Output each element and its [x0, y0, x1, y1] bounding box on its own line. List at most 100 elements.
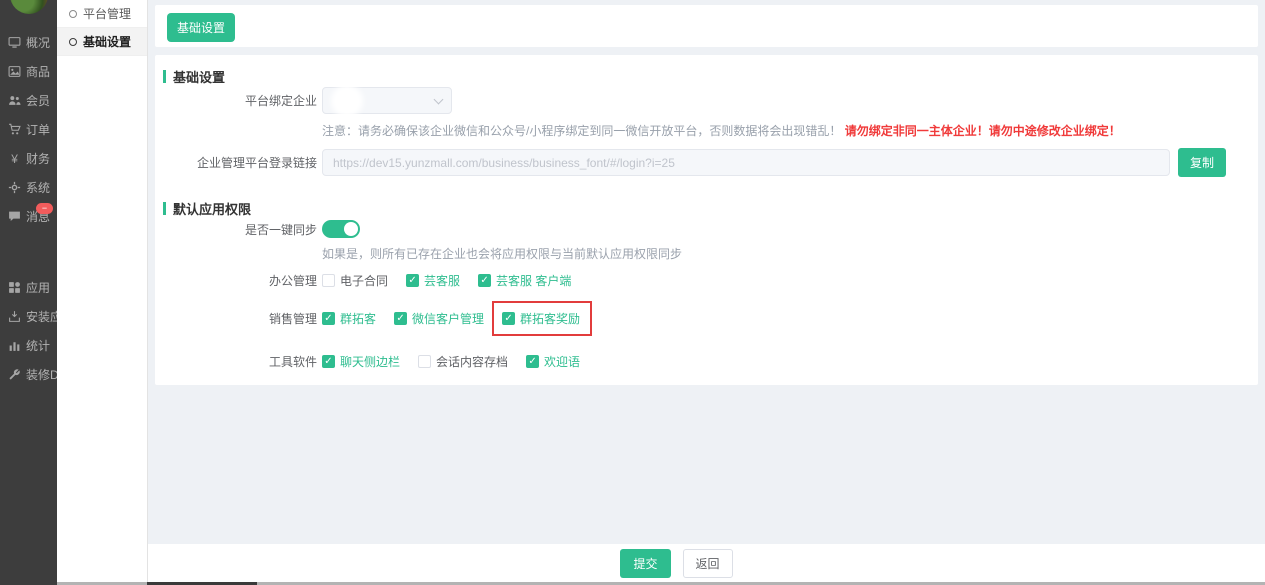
checkbox-option[interactable]: ✓ 微信客户管理 [394, 310, 484, 327]
check-icon: ✓ [324, 355, 333, 367]
sidebar-item-label: 系统 [26, 181, 51, 195]
back-button[interactable]: 返回 [682, 548, 733, 578]
diy-icon [8, 368, 21, 381]
checkbox-checked-icon: ✓ [322, 355, 335, 368]
sidebar-item-install-app[interactable]: 安装应用 [0, 302, 57, 331]
checkbox-option[interactable]: ✓ 群拓客奖励 [492, 301, 593, 336]
checkbox-option[interactable]: 会话内容存档 [418, 353, 508, 370]
checkbox-checked-icon: ✓ [406, 274, 420, 287]
section-title: 基础设置 [173, 69, 226, 85]
checkbox-label: 聊天侧边栏 [340, 355, 401, 369]
sync-help-text: 如果是，则所有已存在企业也会将应用权限与当前默认应用权限同步 [322, 247, 683, 261]
checkbox-option[interactable]: ✓ 芸客服 [406, 272, 460, 289]
finance-icon: ¥ [8, 152, 21, 165]
sidebar-item-label: 统计 [26, 339, 51, 353]
check-icon: ✓ [324, 312, 333, 324]
checkbox-label: 欢迎语 [544, 355, 581, 369]
checkbox-label: 电子合同 [340, 274, 389, 288]
submenu-item-1[interactable]: 基础设置 [57, 28, 147, 56]
section-bar-icon [163, 201, 166, 215]
sidebar-item-system[interactable]: 系统 [0, 173, 57, 202]
permission-groups: 办公管理 电子合同 ✓ 芸客服 ✓ 芸客服 客户端销售管理 ✓ 群拓客 ✓ 微信客户管理 ✓ 群拓客奖… [155, 272, 1258, 370]
section-title: 默认应用权限 [173, 201, 252, 217]
sidebar-item-label: 财务 [26, 152, 51, 166]
sidebar-item-apps[interactable]: 应用 [0, 273, 57, 302]
goods-icon [8, 65, 21, 78]
sidebar-item-label: 商品 [26, 65, 51, 79]
submenu-item-label: 基础设置 [83, 35, 132, 49]
checkbox-checked-icon: ✓ [478, 274, 492, 287]
apps-icon [8, 281, 21, 294]
avatar[interactable] [9, 0, 48, 14]
permission-group-row: 工具软件 ✓ 聊天侧边栏 会话内容存档 ✓ 欢迎语 [155, 353, 1258, 370]
checkbox-checked-icon: ✓ [394, 312, 408, 325]
tab-basic-settings[interactable]: 基础设置 [167, 13, 236, 42]
checkbox-unchecked-icon [322, 274, 335, 287]
sidebar-item-members[interactable]: 会员 [0, 86, 57, 115]
sidebar-item-message[interactable]: 消息 − [0, 202, 57, 231]
checkbox-option[interactable]: ✓ 聊天侧边栏 [322, 353, 400, 370]
stats-icon [8, 339, 21, 352]
check-icon: ✓ [528, 355, 537, 367]
members-icon [8, 94, 21, 107]
sync-row: 是否一键同步 [155, 220, 1258, 238]
sidebar-item-stats[interactable]: 统计 [0, 331, 57, 360]
sidebar-item-label: 装修DIY [26, 368, 57, 382]
login-link-input[interactable] [322, 149, 1170, 176]
permission-options: ✓ 聊天侧边栏 会话内容存档 ✓ 欢迎语 [322, 353, 580, 370]
checkbox-checked-icon: ✓ [502, 312, 516, 325]
toolbar: 基础设置 [155, 5, 1258, 47]
bind-enterprise-label: 平台绑定企业 [244, 94, 317, 108]
note-text: 注意：请务必确保该企业微信和公众号/小程序绑定到同一微信开放平台，否则数据将会出… [322, 124, 842, 138]
permission-group-label: 工具软件 [268, 355, 317, 369]
copy-button[interactable]: 复制 [1178, 148, 1227, 177]
sync-toggle[interactable] [322, 220, 360, 238]
section-basic-settings: 基础设置 [163, 67, 1258, 85]
radio-circle-icon [69, 37, 77, 46]
toggle-knob-icon [344, 222, 358, 236]
permission-group-label: 销售管理 [268, 312, 317, 326]
sidebar-item-label: 订单 [26, 123, 51, 137]
checkbox-label: 微信客户管理 [412, 312, 485, 326]
overview-icon [8, 36, 21, 49]
sidebar-item-label: 安装应用 [26, 310, 57, 324]
checkbox-unchecked-icon [418, 355, 432, 368]
checkbox-option[interactable]: ✓ 欢迎语 [526, 353, 580, 370]
svg-text:¥: ¥ [10, 152, 18, 165]
sidebar-item-diy[interactable]: 装修DIY [0, 360, 57, 389]
footer-bar: 提交 返回 [148, 544, 1265, 582]
sidebar-item-goods[interactable]: 商品 [0, 57, 57, 86]
section-default-permissions: 默认应用权限 [163, 199, 1258, 217]
submenu-item-0[interactable]: 平台管理 [57, 0, 147, 28]
permission-group-label: 办公管理 [268, 274, 317, 288]
checkbox-checked-icon: ✓ [526, 355, 540, 368]
bind-note: 注意：请务必确保该企业微信和公众号/小程序绑定到同一微信开放平台，否则数据将会出… [322, 122, 1258, 139]
orders-icon [8, 123, 21, 136]
bind-enterprise-row: 平台绑定企业 [155, 85, 1258, 117]
checkbox-option[interactable]: 电子合同 [322, 272, 388, 289]
sidebar-item-label: 概况 [26, 36, 51, 50]
enterprise-select[interactable] [322, 85, 452, 117]
submit-button[interactable]: 提交 [620, 548, 671, 578]
install-app-icon [8, 310, 21, 323]
main-content: 基础设置 基础设置 平台绑定企业 注意：请务必确保该企业微信和公众号/小程序绑定… [148, 0, 1265, 585]
check-icon: ✓ [396, 312, 405, 324]
checkbox-option[interactable]: ✓ 芸客服 客户端 [478, 272, 571, 289]
permission-group-row: 办公管理 电子合同 ✓ 芸客服 ✓ 芸客服 客户端 [155, 272, 1258, 289]
main-sidebar: 概况商品会员订单 ¥ 财务系统消息− 应用安装应用统计装修DIY [0, 0, 57, 585]
sidebar-item-finance[interactable]: ¥ 财务 [0, 144, 57, 173]
check-icon: ✓ [480, 274, 489, 286]
sidebar-item-overview[interactable]: 概况 [0, 28, 57, 57]
note-warning: 请勿绑定非同一主体企业！请勿中途修改企业绑定！ [844, 124, 1121, 138]
checkbox-option[interactable]: ✓ 群拓客 [322, 310, 376, 327]
checkbox-label: 群拓客 [340, 312, 377, 326]
chevron-down-icon [433, 94, 444, 105]
system-icon [8, 181, 21, 194]
permission-options: ✓ 群拓客 ✓ 微信客户管理 ✓ 群拓客奖励 [322, 301, 593, 336]
message-badge: − [36, 203, 53, 214]
sidebar-item-orders[interactable]: 订单 [0, 115, 57, 144]
permission-options: 电子合同 ✓ 芸客服 ✓ 芸客服 客户端 [322, 272, 571, 289]
checkbox-label: 群拓客奖励 [520, 312, 581, 326]
checkbox-label: 芸客服 [424, 274, 461, 288]
checkbox-label: 芸客服 客户端 [496, 274, 572, 288]
